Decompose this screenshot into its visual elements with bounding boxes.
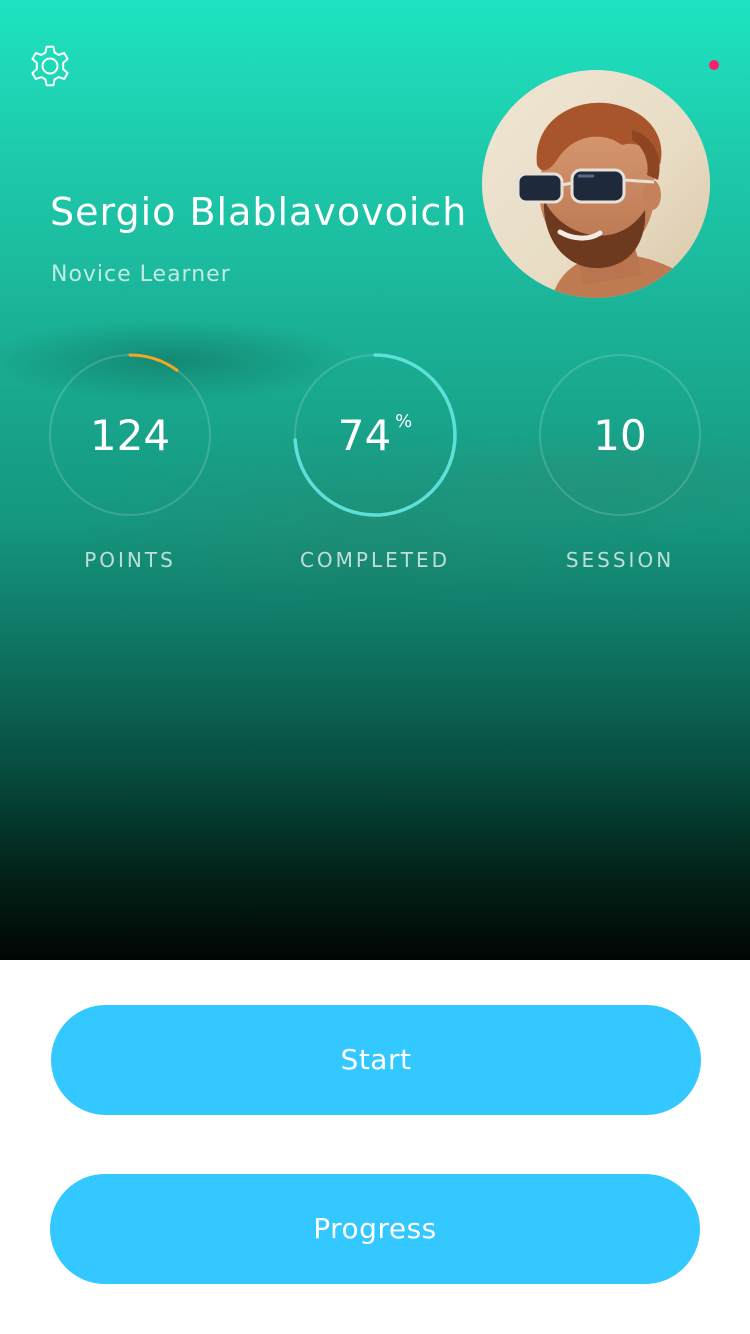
start-button[interactable]: Start [51,1005,701,1115]
points-stat: 124 [47,352,213,518]
user-avatar[interactable] [482,70,710,298]
profile-header: Sergio Blablavovoich Novice Learner 124 … [0,0,750,960]
points-value: 124 [89,411,171,460]
header-divider [0,958,750,960]
session-stat: 10 [537,352,703,518]
progress-button[interactable]: Progress [50,1174,700,1284]
completed-stat: 74% [292,352,458,518]
points-label: POINTS [84,548,176,572]
completed-value: 74% [292,410,458,462]
user-name: Sergio Blablavovoich [50,190,468,234]
percent-unit: % [395,411,413,432]
session-label: SESSION [565,548,675,572]
gear-icon[interactable] [26,42,74,90]
session-value: 10 [593,411,647,460]
completed-number: 74 [337,411,392,460]
notification-dot [709,60,719,70]
user-level: Novice Learner [51,262,231,287]
completed-label: COMPLETED [299,548,451,572]
